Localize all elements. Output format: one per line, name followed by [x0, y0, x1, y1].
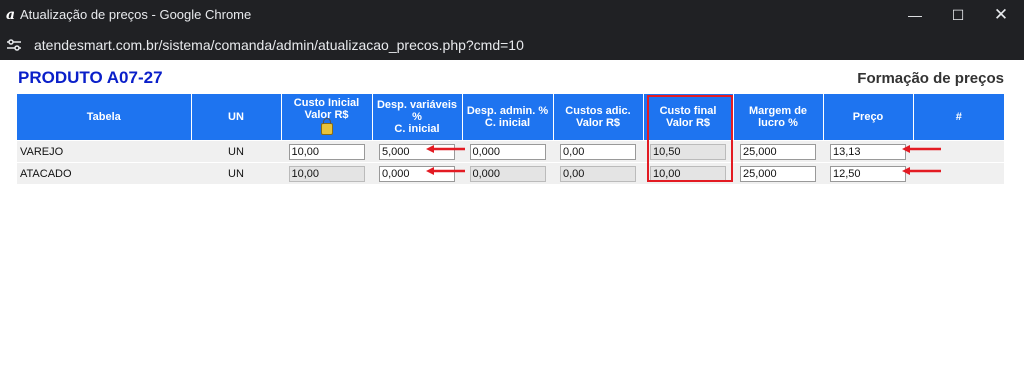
col-tabela: Tabela	[17, 94, 192, 141]
product-title: PRODUTO A07-27	[18, 68, 163, 87]
url-text[interactable]: atendesmart.com.br/sistema/comanda/admin…	[34, 37, 524, 53]
red-arrow-icon	[902, 145, 941, 153]
price-table: Tabela UN Custo Inicial Valor R$ Desp. v…	[17, 94, 1004, 184]
margem-input[interactable]: 25,000	[740, 165, 816, 182]
custo-final-field: 10,00	[650, 165, 726, 182]
minimize-button[interactable]: —	[892, 0, 938, 30]
row-un: UN	[191, 140, 281, 163]
table-row-varejo: VAREJO UN 10,00 5,000 0,000 0,00 10,50 2…	[17, 140, 1004, 163]
row-label: ATACADO	[17, 162, 191, 184]
col-hash: #	[913, 94, 1004, 141]
col-margem: Margem de lucro %	[733, 94, 824, 141]
page-content: PRODUTO A07-27 Formação de preços Tabela…	[0, 60, 1024, 388]
col-preco: Preço	[823, 94, 914, 141]
window-titlebar: a Atualização de preços - Google Chrome …	[0, 0, 1024, 30]
address-bar: atendesmart.com.br/sistema/comanda/admin…	[0, 30, 1024, 60]
table-row-atacado: ATACADO UN 10,00 0,000 0,000 0,00 10,00 …	[17, 162, 1004, 184]
app-logo-icon: a	[6, 7, 16, 23]
col-custo-inicial: Custo Inicial Valor R$	[281, 94, 373, 141]
col-desp-admin: Desp. admin. % C. inicial	[462, 94, 554, 141]
row-label: VAREJO	[17, 140, 191, 163]
preco-input[interactable]: 12,50	[830, 165, 906, 182]
section-title: Formação de preços	[857, 70, 1004, 87]
maximize-button[interactable]: ☐	[935, 0, 981, 30]
col-un: UN	[191, 94, 282, 141]
preco-input[interactable]: 13,13	[830, 143, 906, 160]
desp-admin-input[interactable]: 0,000	[469, 143, 546, 160]
custos-adic-input[interactable]: 0,00	[560, 143, 636, 160]
site-settings-icon[interactable]	[4, 35, 24, 55]
custos-adic-field: 0,00	[560, 165, 636, 182]
lock-icon[interactable]	[320, 117, 333, 135]
col-custos-adic: Custos adic. Valor R$	[553, 94, 644, 141]
margem-input[interactable]: 25,000	[740, 143, 816, 160]
table-header-row: Tabela UN Custo Inicial Valor R$ Desp. v…	[17, 94, 1004, 141]
red-arrow-icon	[426, 145, 465, 153]
desp-admin-field: 0,000	[469, 165, 546, 182]
custo-inicial-input[interactable]: 10,00	[288, 143, 365, 160]
custo-inicial-field: 10,00	[288, 165, 365, 182]
custo-final-field: 10,50	[650, 143, 726, 160]
col-desp-variaveis: Desp. variáveis % C. inicial	[372, 94, 463, 141]
col-custo-final: Custo final Valor R$	[643, 94, 734, 141]
red-arrow-icon	[902, 167, 941, 175]
red-arrow-icon	[426, 167, 465, 175]
row-un: UN	[191, 162, 281, 184]
close-button[interactable]: ✕	[978, 0, 1024, 30]
window-title: Atualização de preços - Google Chrome	[20, 7, 252, 22]
